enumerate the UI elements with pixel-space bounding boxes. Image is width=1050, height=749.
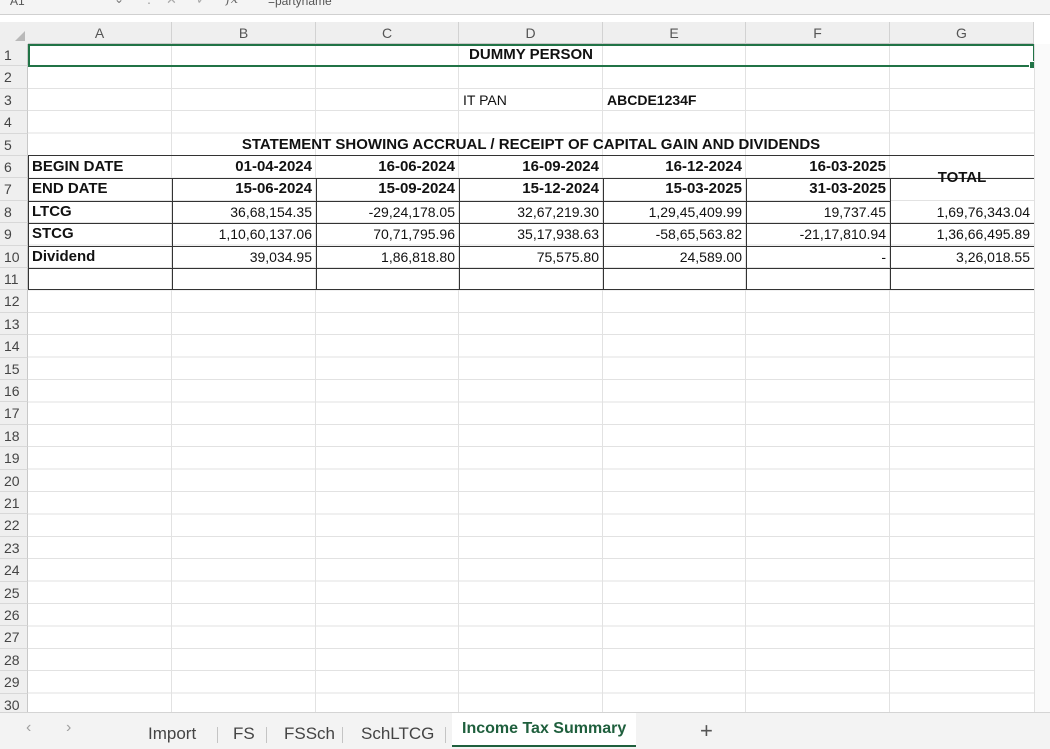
total-cell[interactable]: 1,69,76,343.04 — [890, 201, 1034, 223]
value-cell[interactable]: 39,034.95 — [172, 246, 316, 268]
row-header-27[interactable]: 27 — [0, 626, 28, 649]
row-header-23[interactable]: 23 — [0, 536, 28, 560]
value-cell[interactable]: 70,71,795.96 — [316, 223, 459, 245]
tab-fssch[interactable]: FSSch — [276, 721, 343, 747]
begin-date-cell[interactable]: 16-09-2024 — [459, 156, 603, 178]
row-header-14[interactable]: 14 — [0, 335, 28, 358]
row-header-10[interactable]: 10 — [0, 245, 28, 268]
end-date-cell[interactable]: 15-03-2025 — [603, 178, 746, 200]
end-date-cell[interactable]: 15-09-2024 — [316, 178, 459, 200]
row-header-8[interactable]: 8 — [0, 200, 28, 224]
row-header-28[interactable]: 28 — [0, 648, 28, 672]
vertical-scrollbar[interactable] — [1034, 44, 1050, 734]
row-label-dividend[interactable]: Dividend — [28, 246, 172, 268]
row-header-25[interactable]: 25 — [0, 581, 28, 604]
row-header-5[interactable]: 5 — [0, 133, 28, 156]
formula-input[interactable]: =partyname — [268, 0, 332, 8]
tab-income-tax-summary[interactable]: Income Tax Summary — [452, 713, 637, 747]
column-header-e[interactable]: E — [603, 22, 746, 44]
row-label-stcg[interactable]: STCG — [28, 223, 172, 245]
column-header-g[interactable]: G — [890, 22, 1034, 44]
value-cell[interactable]: -29,24,178.05 — [316, 201, 459, 223]
name-box[interactable]: A1 — [10, 0, 25, 8]
dots-icon: ⋮ — [143, 0, 155, 6]
cancel-icon[interactable]: ✕ — [166, 0, 177, 8]
tab-schltcg[interactable]: SchLTCG — [353, 721, 442, 747]
sheet-title[interactable]: DUMMY PERSON — [28, 44, 1034, 66]
tab-prev-icon[interactable]: ‹ — [26, 719, 31, 737]
total-cell[interactable]: 1,36,66,495.89 — [890, 223, 1034, 245]
pan-label[interactable]: IT PAN — [459, 89, 602, 111]
row-header-1[interactable]: 1 — [0, 44, 28, 67]
tab-next-icon[interactable]: › — [66, 719, 71, 737]
row-header-15[interactable]: 15 — [0, 357, 28, 380]
value-cell[interactable]: 1,29,45,409.99 — [603, 201, 746, 223]
value-cell[interactable]: 1,86,818.80 — [316, 246, 459, 268]
begin-date-label[interactable]: BEGIN DATE — [28, 156, 172, 178]
column-header-d[interactable]: D — [459, 22, 603, 44]
row-header-16[interactable]: 16 — [0, 380, 28, 403]
end-date-cell[interactable]: 15-06-2024 — [172, 178, 316, 200]
fx-icon[interactable]: fx — [226, 0, 238, 7]
row-header-6[interactable]: 6 — [0, 156, 28, 179]
column-header-c[interactable]: C — [316, 22, 459, 44]
value-cell[interactable]: 24,589.00 — [603, 246, 746, 268]
value-cell[interactable]: - — [746, 246, 890, 268]
column-header-a[interactable]: A — [28, 22, 172, 44]
chevron-down-icon[interactable]: ⌄ — [114, 0, 124, 6]
value-cell[interactable]: -21,17,810.94 — [746, 223, 890, 245]
row-header-12[interactable]: 12 — [0, 290, 28, 313]
value-cell[interactable]: -58,65,563.82 — [603, 223, 746, 245]
value-cell[interactable]: 19,737.45 — [746, 201, 890, 223]
row-header-11[interactable]: 11 — [0, 268, 28, 291]
begin-date-cell[interactable]: 16-06-2024 — [316, 156, 459, 178]
row-header-4[interactable]: 4 — [0, 111, 28, 134]
row-header-7[interactable]: 7 — [0, 178, 28, 201]
check-icon[interactable]: ✓ — [196, 0, 207, 8]
row-label-ltcg[interactable]: LTCG — [28, 201, 172, 223]
row-header-3[interactable]: 3 — [0, 88, 28, 112]
row-header-21[interactable]: 21 — [0, 492, 28, 515]
end-date-label[interactable]: END DATE — [28, 178, 172, 200]
pan-value[interactable]: ABCDE1234F — [603, 89, 746, 111]
begin-date-cell[interactable]: 16-12-2024 — [603, 156, 746, 178]
statement-title[interactable]: STATEMENT SHOWING ACCRUAL / RECEIPT OF C… — [28, 134, 1034, 156]
add-sheet-icon[interactable]: + — [700, 718, 713, 744]
value-cell[interactable]: 36,68,154.35 — [172, 201, 316, 223]
value-cell[interactable]: 32,67,219.30 — [459, 201, 603, 223]
row-header-19[interactable]: 19 — [0, 447, 28, 470]
sheet-tab-bar: ‹ › Import FS FSSch SchLTCG Income Tax S… — [0, 712, 1050, 749]
total-header[interactable]: TOTAL — [890, 156, 1034, 201]
row-header-22[interactable]: 22 — [0, 514, 28, 537]
end-date-cell[interactable]: 31-03-2025 — [746, 178, 890, 200]
column-header-f[interactable]: F — [746, 22, 890, 44]
row-header-29[interactable]: 29 — [0, 671, 28, 694]
value-cell[interactable]: 1,10,60,137.06 — [172, 223, 316, 245]
select-all-corner[interactable] — [0, 22, 29, 45]
row-header-13[interactable]: 13 — [0, 312, 28, 336]
tab-fs[interactable]: FS — [225, 721, 263, 747]
row-header-20[interactable]: 20 — [0, 469, 28, 492]
total-cell[interactable]: 3,26,018.55 — [890, 246, 1034, 268]
value-cell[interactable]: 35,17,938.63 — [459, 223, 603, 245]
tab-import[interactable]: Import — [140, 721, 204, 747]
column-header-b[interactable]: B — [172, 22, 316, 44]
row-header-2[interactable]: 2 — [0, 66, 28, 89]
row-header-17[interactable]: 17 — [0, 402, 28, 425]
begin-date-cell[interactable]: 01-04-2024 — [172, 156, 316, 178]
row-header-26[interactable]: 26 — [0, 604, 28, 627]
begin-date-cell[interactable]: 16-03-2025 — [746, 156, 890, 178]
row-header-9[interactable]: 9 — [0, 223, 28, 246]
row-header-18[interactable]: 18 — [0, 424, 28, 448]
row-header-24[interactable]: 24 — [0, 559, 28, 582]
formula-bar: A1 ⌄ ⋮ ✕ ✓ fx =partyname — [0, 0, 1050, 15]
end-date-cell[interactable]: 15-12-2024 — [459, 178, 603, 200]
value-cell[interactable]: 75,575.80 — [459, 246, 603, 268]
